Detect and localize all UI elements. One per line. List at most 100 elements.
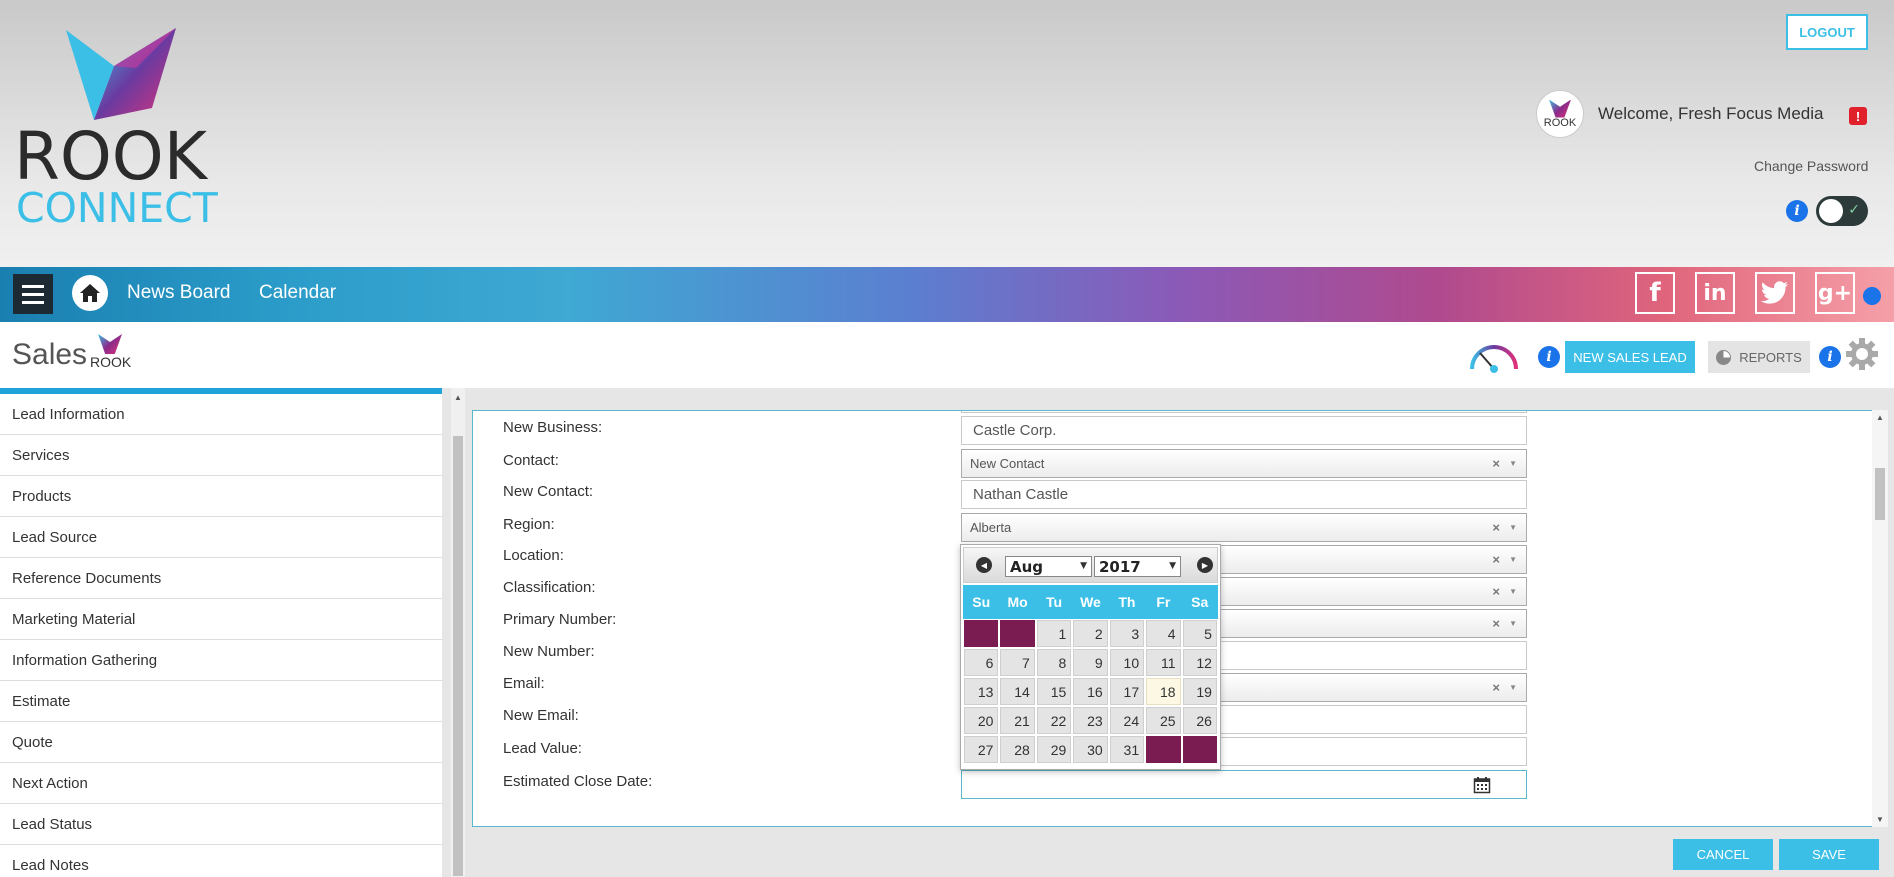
datepicker-day[interactable]: 23	[1073, 707, 1108, 734]
gear-icon[interactable]	[1845, 337, 1879, 371]
clear-icon[interactable]: ×	[1492, 552, 1500, 567]
sidebar-item-lead-status[interactable]: Lead Status	[0, 804, 442, 845]
datepicker-day[interactable]: 22	[1036, 707, 1072, 734]
rook-connect-logo[interactable]: ROOK CONNECT	[14, 28, 224, 229]
estimated-close-date-input[interactable]	[961, 770, 1527, 799]
scroll-down-arrow-icon[interactable]: ▼	[1876, 815, 1884, 824]
datepicker-day[interactable]: 4	[1146, 620, 1181, 647]
logout-button[interactable]: LOGOUT	[1786, 14, 1868, 50]
contact-select[interactable]: New Contact × ▼	[961, 449, 1527, 478]
sidebar-item-lead-information[interactable]: Lead Information	[0, 394, 442, 435]
datepicker-day[interactable]: 29	[1036, 736, 1072, 763]
chevron-down-icon[interactable]: ▼	[1509, 555, 1517, 564]
facebook-icon[interactable]: f	[1635, 272, 1675, 314]
info-icon[interactable]: i	[1786, 200, 1808, 222]
save-button[interactable]: SAVE	[1779, 839, 1879, 870]
datepicker-day[interactable]: 30	[1073, 736, 1108, 763]
datepicker-day[interactable]: 16	[1073, 678, 1108, 705]
sidebar-item-information-gathering[interactable]: Information Gathering	[0, 640, 442, 681]
new-business-input[interactable]: Castle Corp.	[961, 416, 1527, 445]
datepicker-day[interactable]: 10	[1109, 649, 1145, 676]
datepicker-day[interactable]: 25	[1146, 707, 1181, 734]
chevron-down-icon[interactable]: ▼	[1509, 587, 1517, 596]
month-select[interactable]: Aug ▼	[1005, 556, 1092, 577]
clear-icon[interactable]: ×	[1492, 616, 1500, 631]
info-icon[interactable]: i	[1538, 346, 1560, 368]
prev-month-icon[interactable]: ◀	[976, 557, 992, 573]
datepicker-day[interactable]: 1	[1036, 620, 1072, 647]
weekday-label: Th	[1118, 594, 1136, 610]
clear-icon[interactable]: ×	[1492, 520, 1500, 535]
datepicker-day[interactable]: 12	[1182, 649, 1217, 676]
home-button[interactable]	[72, 275, 108, 311]
clear-icon[interactable]: ×	[1492, 456, 1500, 471]
sidebar-item-products[interactable]: Products	[0, 476, 442, 517]
google-plus-icon[interactable]: g+	[1815, 272, 1855, 314]
datepicker-day[interactable]: 28	[1000, 736, 1035, 763]
datepicker-day[interactable]: 18	[1146, 678, 1181, 705]
linkedin-icon[interactable]: in	[1695, 272, 1735, 314]
info-icon[interactable]: i	[1819, 346, 1841, 368]
new-sales-lead-button[interactable]: NEW SALES LEAD	[1565, 341, 1695, 373]
form-scrollbar[interactable]: ▲ ▼	[1872, 410, 1888, 827]
sidebar-item-reference-documents[interactable]: Reference Documents	[0, 558, 442, 599]
datepicker-day[interactable]: 7	[1000, 649, 1035, 676]
datepicker-day[interactable]: 9	[1073, 649, 1108, 676]
chevron-down-icon[interactable]: ▼	[1509, 619, 1517, 628]
datepicker-day[interactable]: 2	[1073, 620, 1108, 647]
datepicker-day[interactable]: 21	[1000, 707, 1035, 734]
sidebar-item-services[interactable]: Services	[0, 435, 442, 476]
region-select[interactable]: Alberta × ▼	[961, 513, 1527, 542]
chevron-down-icon[interactable]: ▼	[1509, 459, 1517, 468]
sidebar-scrollbar[interactable]: ▲	[451, 388, 465, 877]
sidebar-item-estimate[interactable]: Estimate	[0, 681, 442, 722]
scroll-up-arrow-icon[interactable]: ▲	[454, 393, 462, 402]
clear-icon[interactable]: ×	[1492, 680, 1500, 695]
datepicker-day[interactable]: 31	[1109, 736, 1145, 763]
datepicker-day[interactable]: 11	[1146, 649, 1181, 676]
datepicker-day[interactable]: 6	[964, 649, 999, 676]
datepicker-day[interactable]: 8	[1036, 649, 1072, 676]
next-month-icon[interactable]: ▶	[1197, 557, 1213, 573]
avatar[interactable]: ROOK	[1536, 90, 1584, 138]
datepicker-day[interactable]: 5	[1182, 620, 1217, 647]
change-password-link[interactable]: Change Password	[1754, 158, 1868, 174]
region-select-value: Alberta	[970, 520, 1012, 535]
calendar-icon[interactable]	[1473, 776, 1491, 794]
sidebar-item-quote[interactable]: Quote	[0, 722, 442, 763]
datepicker-day[interactable]: 13	[964, 678, 999, 705]
year-select-value: 2017	[1099, 557, 1141, 576]
chevron-down-icon[interactable]: ▼	[1509, 523, 1517, 532]
year-select[interactable]: 2017 ▼	[1094, 556, 1181, 577]
menu-hamburger-icon[interactable]	[13, 274, 53, 314]
datepicker-day[interactable]: 20	[964, 707, 999, 734]
datepicker-day[interactable]: 27	[964, 736, 999, 763]
new-contact-input[interactable]: Nathan Castle	[961, 480, 1527, 509]
sidebar-item-marketing-material[interactable]: Marketing Material	[0, 599, 442, 640]
clear-icon[interactable]: ×	[1492, 584, 1500, 599]
sidebar-item-next-action[interactable]: Next Action	[0, 763, 442, 804]
datepicker-day[interactable]: 15	[1036, 678, 1072, 705]
datepicker-days: 1 2 3 4 5 6 7 8 9 10 11 12 13 14 15 16 17 18 19 20 21 22 23 24 2…	[963, 619, 1218, 764]
gauge-icon[interactable]	[1468, 339, 1520, 373]
toggle-switch[interactable]: ✓	[1816, 196, 1868, 226]
scrollbar-thumb[interactable]	[453, 436, 463, 876]
datepicker-day[interactable]: 14	[1000, 678, 1035, 705]
nav-link-calendar[interactable]: Calendar	[259, 282, 336, 304]
twitter-icon[interactable]	[1755, 272, 1795, 314]
datepicker-week-row: 12345	[963, 619, 1218, 648]
sidebar-item-lead-source[interactable]: Lead Source	[0, 517, 442, 558]
nav-link-news-board[interactable]: News Board	[127, 282, 231, 304]
sidebar-item-lead-notes[interactable]: Lead Notes	[0, 845, 442, 877]
cancel-button[interactable]: CANCEL	[1673, 839, 1773, 870]
datepicker-day[interactable]: 19	[1182, 678, 1217, 705]
datepicker-day[interactable]: 17	[1109, 678, 1145, 705]
chevron-down-icon[interactable]: ▼	[1509, 683, 1517, 692]
datepicker-day[interactable]: 26	[1182, 707, 1217, 734]
reports-button[interactable]: REPORTS	[1708, 341, 1810, 373]
alert-icon[interactable]: !	[1849, 107, 1867, 125]
scrollbar-thumb[interactable]	[1875, 468, 1885, 520]
datepicker-day[interactable]: 24	[1109, 707, 1145, 734]
scroll-up-arrow-icon[interactable]: ▲	[1876, 413, 1884, 422]
datepicker-day[interactable]: 3	[1109, 620, 1145, 647]
